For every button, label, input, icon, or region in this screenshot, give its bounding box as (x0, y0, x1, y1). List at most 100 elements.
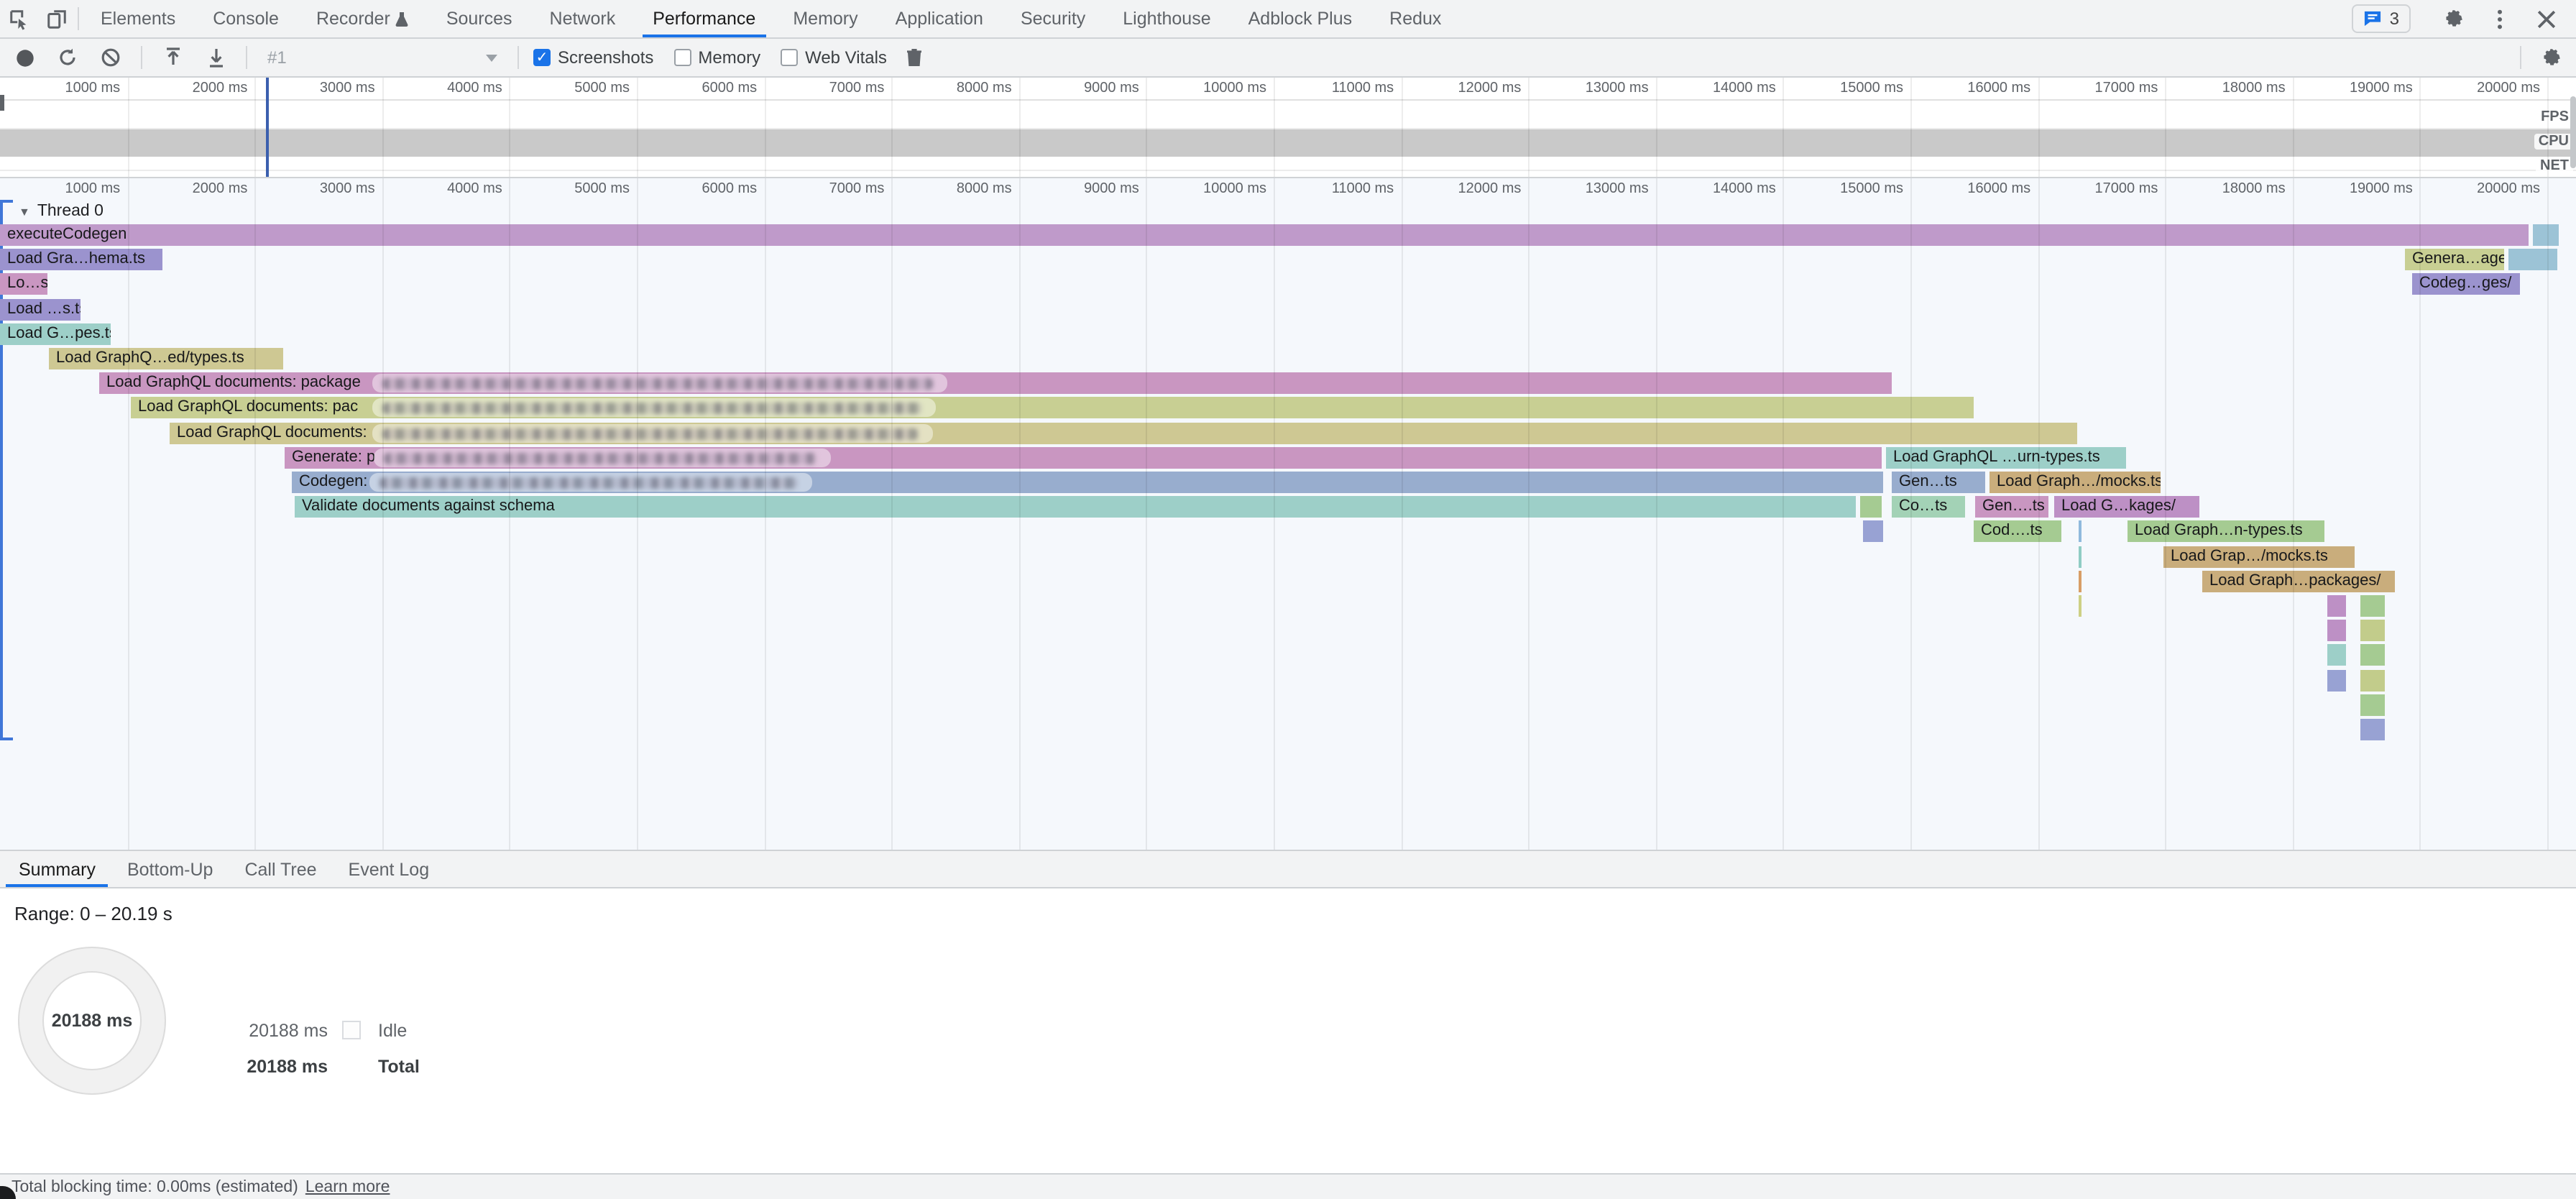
flame-bar[interactable] (2360, 595, 2385, 617)
flame-bar[interactable] (2327, 620, 2346, 641)
overview-scrollbar[interactable] (2570, 96, 2576, 168)
tab-application[interactable]: Application (877, 0, 1002, 37)
chevron-down-icon (486, 54, 497, 61)
flame-bar-load-grap-mocks-ts[interactable]: Load Grap…/mocks.ts (2163, 546, 2355, 568)
flame-bar-load-graph-n-types-ts[interactable]: Load Graph…n-types.ts (2128, 520, 2324, 542)
flame-bar[interactable] (2079, 595, 2081, 617)
flame-bar[interactable] (2327, 595, 2346, 617)
timeline-overview[interactable]: 1000 ms2000 ms3000 ms4000 ms5000 ms6000 … (0, 78, 2576, 178)
flame-bar[interactable] (2508, 249, 2557, 270)
flame-bar-executecodegen[interactable]: executeCodegen (0, 224, 2529, 246)
ruler-label: 9000 ms (1084, 181, 1139, 197)
flame-bar-load-graphq-ed-types-ts[interactable]: Load GraphQ…ed/types.ts (49, 348, 283, 369)
flame-bar-co-ts[interactable]: Co…ts (1892, 496, 1965, 518)
ruler-label: 2000 ms (193, 181, 248, 197)
flame-bar-load-g-pes-ts[interactable]: Load G…pes.ts (0, 323, 111, 345)
unchecked-checkbox-icon[interactable] (781, 49, 798, 66)
learn-more-link[interactable]: Learn more (305, 1178, 390, 1195)
flame-bar[interactable] (2360, 620, 2385, 641)
flame-bar-load-graph-mocks-ts[interactable]: Load Graph…/mocks.ts (1990, 472, 2161, 493)
flame-bar[interactable] (2360, 670, 2385, 692)
cpu-lane (0, 129, 2576, 157)
flame-bar-generate-p[interactable]: Generate: p (285, 447, 1882, 469)
load-profile-button[interactable] (157, 42, 188, 73)
close-icon[interactable] (2527, 9, 2564, 28)
gridline (1656, 178, 1657, 850)
flame-bar[interactable] (2360, 644, 2385, 666)
flame-bar-label: Load G…kages/ (2061, 497, 2176, 515)
unchecked-checkbox-icon[interactable] (673, 49, 691, 66)
tab-adblock-plus[interactable]: Adblock Plus (1230, 0, 1371, 37)
tab-elements[interactable]: Elements (82, 0, 194, 37)
flame-bar[interactable] (2327, 644, 2346, 666)
flame-bar[interactable] (2533, 224, 2559, 246)
details-tab-summary[interactable]: Summary (3, 851, 111, 887)
tab-performance[interactable]: Performance (634, 0, 774, 37)
flame-bar-load-graphql-documents-package[interactable]: Load GraphQL documents: package (99, 372, 1892, 394)
history-select[interactable]: #1 (262, 47, 503, 68)
checkbox-web-vitals[interactable]: Web Vitals (781, 47, 887, 68)
inspect-element-icon[interactable] (0, 0, 37, 37)
tab-sources[interactable]: Sources (428, 0, 531, 37)
flame-bar-load-gra-hema-ts[interactable]: Load Gra…hema.ts (0, 249, 162, 270)
tab-recorder[interactable]: Recorder (298, 0, 428, 37)
flame-bar-label: Load GraphQL …urn-types.ts (1893, 449, 2100, 466)
flame-bar[interactable] (2079, 571, 2081, 592)
flame-bar-cod-ts[interactable]: Cod….ts (1974, 520, 2061, 542)
flame-bar-load-g-kages-[interactable]: Load G…kages/ (2054, 496, 2199, 518)
flame-bar-validate-documents-against-schema[interactable]: Validate documents against schema (295, 496, 1856, 518)
kebab-menu-icon[interactable] (2481, 8, 2518, 29)
flame-bar-codegen-[interactable]: Codegen: (292, 472, 1883, 493)
settings-gear-icon[interactable] (2435, 8, 2472, 29)
flame-bar-load-s-ts[interactable]: Load …s.ts (0, 299, 80, 321)
checked-checkbox-icon[interactable]: ✓ (533, 49, 551, 66)
flame-bar[interactable] (2079, 520, 2081, 542)
flame-bar[interactable] (2327, 670, 2346, 692)
issues-badge[interactable]: 3 (2352, 4, 2411, 33)
overview-left-handle[interactable] (0, 95, 4, 111)
save-profile-button[interactable] (200, 42, 231, 73)
tab-redux[interactable]: Redux (1371, 0, 1460, 37)
details-tab-call-tree[interactable]: Call Tree (229, 851, 332, 887)
thread-header[interactable]: ▼ Thread 0 (19, 203, 104, 220)
tab-console[interactable]: Console (194, 0, 298, 37)
flame-bar[interactable] (2079, 546, 2081, 568)
flame-bar-codeg-ges-[interactable]: Codeg…ges/ (2412, 273, 2520, 295)
details-tab-bottom-up[interactable]: Bottom-Up (111, 851, 229, 887)
gridline (1146, 78, 1148, 177)
reload-record-button[interactable] (52, 42, 83, 73)
record-button[interactable] (9, 42, 40, 73)
flame-bar-load-graphql-documents-[interactable]: Load GraphQL documents: (170, 423, 2077, 444)
ruler-label: 15000 ms (1840, 181, 1903, 197)
tab-network[interactable]: Network (531, 0, 635, 37)
tab-memory[interactable]: Memory (774, 0, 876, 37)
capture-settings-gear-icon[interactable] (2536, 42, 2567, 73)
gridline (764, 178, 765, 850)
flame-bar-load-graphql-documents-pac[interactable]: Load GraphQL documents: pac (131, 397, 1974, 418)
redacted-text (372, 398, 936, 417)
flame-bar[interactable] (1863, 520, 1883, 542)
clear-button[interactable] (95, 42, 126, 73)
checkbox-memory[interactable]: Memory (673, 47, 760, 68)
flame-bar[interactable] (2360, 719, 2385, 740)
flame-bar-label: Load Graph…/mocks.ts (1997, 473, 2161, 490)
trash-icon[interactable] (898, 42, 930, 73)
flame-bar[interactable] (1860, 496, 1882, 518)
flame-bar-lo-s[interactable]: Lo…s (0, 273, 47, 295)
tab-security[interactable]: Security (1002, 0, 1104, 37)
status-bar: Total blocking time: 0.00ms (estimated) … (0, 1173, 2576, 1199)
flame-chart[interactable]: 1000 ms2000 ms3000 ms4000 ms5000 ms6000 … (0, 178, 2576, 850)
flame-bar-label: Load GraphQL documents: (177, 424, 367, 441)
gridline (382, 78, 384, 177)
ruler-label: 19000 ms (2350, 181, 2413, 197)
flame-bar-load-graphql-urn-types-ts[interactable]: Load GraphQL …urn-types.ts (1886, 447, 2126, 469)
flame-bar[interactable] (2360, 694, 2385, 716)
gridline (254, 78, 256, 177)
checkbox-screenshots[interactable]: ✓Screenshots (533, 47, 653, 68)
flame-bar-gen-ts[interactable]: Gen…ts (1892, 472, 1985, 493)
flame-bar-load-graph-packages-[interactable]: Load Graph…packages/ (2202, 571, 2395, 592)
total-blocking-time-text: Total blocking time: 0.00ms (estimated) (12, 1178, 298, 1195)
device-toolbar-icon[interactable] (37, 0, 75, 37)
details-tab-event-log[interactable]: Event Log (333, 851, 446, 887)
tab-lighthouse[interactable]: Lighthouse (1104, 0, 1229, 37)
